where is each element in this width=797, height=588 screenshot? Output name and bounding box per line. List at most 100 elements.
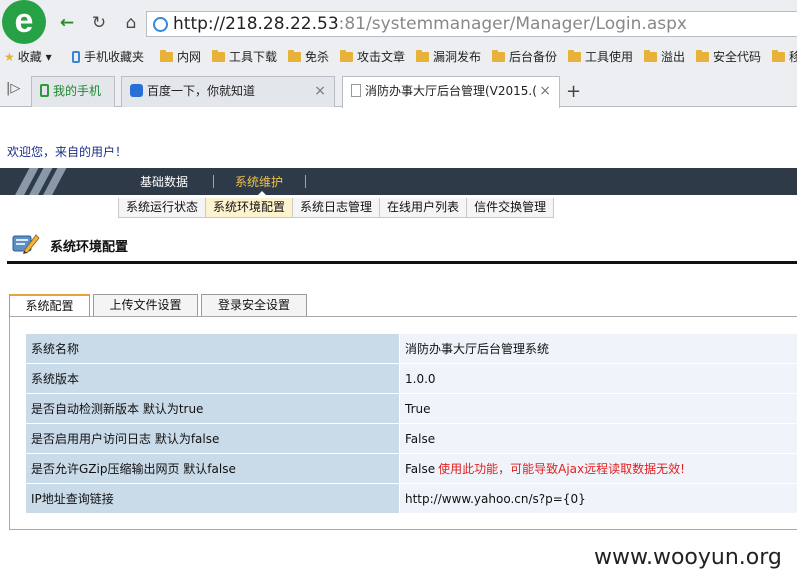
tab-panel: 系统名称 消防办事大厅后台管理系统 系统版本 1.0.0 是否自动检测新版本 默认为tr… bbox=[9, 316, 797, 530]
setting-key: 是否允许GZip压缩输出网页 默认false bbox=[25, 453, 400, 484]
bookmark-vuln-release[interactable]: 漏洞发布 bbox=[416, 48, 481, 66]
tab-system-config[interactable]: 系统配置 bbox=[9, 294, 90, 317]
table-row: 是否自动检测新版本 默认为true True bbox=[25, 393, 797, 424]
nav-system-maintenance[interactable]: 系统维护 bbox=[235, 174, 283, 195]
bookmark-label: 手机收藏夹 bbox=[84, 50, 145, 64]
nav-separator bbox=[305, 175, 306, 188]
bookmark-favorites[interactable]: ★ 收藏 ▾ bbox=[4, 48, 52, 66]
browser-tab-admin[interactable]: 消防办事大厅后台管理(V2015.(× bbox=[342, 76, 560, 108]
url-host: http://218.28.22.53 bbox=[173, 14, 339, 34]
bookmark-label: 工具下载 bbox=[229, 50, 278, 64]
folder-icon bbox=[160, 50, 173, 62]
folder-icon bbox=[492, 50, 505, 62]
bookmark-label: 攻击文章 bbox=[357, 50, 406, 64]
sidebar-toggle-icon[interactable]: |▷ bbox=[6, 81, 20, 96]
bookmark-label: 后台备份 bbox=[509, 50, 558, 64]
setting-value: True bbox=[405, 401, 431, 416]
bookmark-security-code[interactable]: 安全代码 bbox=[696, 48, 761, 66]
home-icon[interactable]: ⌂ bbox=[120, 12, 142, 34]
sub-navigation: 系统运行状态 系统环境配置 系统日志管理 在线用户列表 信件交换管理 bbox=[118, 198, 555, 218]
bookmark-attack-articles[interactable]: 攻击文章 bbox=[340, 48, 405, 66]
setting-key: 是否启用用户访问日志 默认为false bbox=[25, 423, 400, 454]
setting-value: 消防办事大厅后台管理系统 bbox=[405, 342, 550, 356]
title-divider bbox=[7, 261, 797, 264]
browser-logo-icon: e bbox=[2, 0, 46, 44]
setting-key: 系统版本 bbox=[25, 363, 400, 394]
setting-value: False bbox=[405, 431, 436, 446]
nav-separator bbox=[213, 175, 214, 188]
nav-basic-data[interactable]: 基础数据 bbox=[140, 174, 188, 190]
folder-icon bbox=[212, 50, 225, 62]
tab-login-security[interactable]: 登录安全设置 bbox=[201, 294, 307, 316]
tab-upload-settings[interactable]: 上传文件设置 bbox=[93, 294, 198, 316]
bookmark-av-evasion[interactable]: 免杀 bbox=[288, 48, 329, 66]
subnav-online-users[interactable]: 在线用户列表 bbox=[379, 198, 468, 218]
navigation-bar: ← ↻ ⌂ http://218.28.22.53:81/systemmanag… bbox=[50, 9, 797, 39]
bookmark-mobile[interactable]: 移 bbox=[772, 48, 797, 66]
browser-tab-bar: |▷ 我的手机 百度一下，你就知道 × 消防办事大厅后台管理(V2015.(× + bbox=[0, 73, 797, 108]
bookmark-label: 内网 bbox=[177, 50, 202, 64]
page-icon bbox=[351, 84, 361, 97]
close-icon[interactable]: × bbox=[539, 77, 551, 105]
table-row: 系统名称 消防办事大厅后台管理系统 bbox=[25, 333, 797, 364]
phone-icon bbox=[72, 51, 80, 63]
bookmark-label: 移 bbox=[789, 50, 797, 64]
setting-value-cell: http://www.yahoo.cn/s?p={0} bbox=[399, 483, 797, 514]
subnav-environment-config[interactable]: 系统环境配置 bbox=[205, 198, 294, 218]
bookmark-label: 免杀 bbox=[305, 50, 330, 64]
bookmarks-bar: ★ 收藏 ▾ 手机收藏夹 内网 工具下载 免杀 攻击文章 漏洞发布 后台备份 工具… bbox=[0, 45, 797, 69]
address-bar[interactable]: http://218.28.22.53:81/systemmanager/Man… bbox=[146, 11, 797, 37]
watermark: www.wooyun.org bbox=[594, 545, 782, 570]
bookmark-backend-backup[interactable]: 后台备份 bbox=[492, 48, 557, 66]
folder-icon bbox=[772, 50, 785, 62]
phone-icon bbox=[40, 84, 49, 97]
tab-label: 我的手机 bbox=[53, 84, 102, 98]
setting-value-cell: 1.0.0 bbox=[399, 363, 797, 394]
bookmark-tool-usage[interactable]: 工具使用 bbox=[568, 48, 633, 66]
reload-icon[interactable]: ↻ bbox=[88, 12, 110, 34]
folder-icon bbox=[644, 50, 657, 62]
setting-key: 系统名称 bbox=[25, 333, 400, 364]
setting-value: 1.0.0 bbox=[405, 371, 436, 386]
bookmark-intranet[interactable]: 内网 bbox=[160, 48, 201, 66]
bookmark-label: 漏洞发布 bbox=[433, 50, 482, 64]
setting-value-cell: True bbox=[399, 393, 797, 424]
star-icon: ★ bbox=[4, 50, 15, 64]
globe-icon bbox=[153, 17, 168, 32]
close-icon[interactable]: × bbox=[314, 77, 326, 105]
welcome-message: 欢迎您，来自的用户！ bbox=[7, 145, 128, 159]
folder-icon bbox=[696, 50, 709, 62]
setting-warning-note: 使用此功能，可能导致Ajax远程读取数据无效! bbox=[438, 462, 685, 476]
new-tab-plus-icon[interactable]: + bbox=[566, 81, 581, 102]
subnav-system-status[interactable]: 系统运行状态 bbox=[118, 198, 207, 218]
page-title: 系统环境配置 bbox=[50, 240, 129, 255]
subnav-log-management[interactable]: 系统日志管理 bbox=[292, 198, 381, 218]
bookmark-mobile-favorites[interactable]: 手机收藏夹 bbox=[72, 48, 144, 66]
tab-label: 消防办事大厅后台管理(V2015.( bbox=[365, 84, 537, 98]
back-arrow-icon[interactable]: ← bbox=[56, 12, 78, 34]
table-row: IP地址查询链接 http://www.yahoo.cn/s?p={0} bbox=[25, 483, 797, 514]
subnav-mail-exchange[interactable]: 信件交换管理 bbox=[466, 198, 555, 218]
top-navigation: 基础数据 系统维护 bbox=[0, 168, 797, 195]
url-text: http://218.28.22.53:81/systemmanager/Man… bbox=[173, 13, 687, 35]
setting-value-cell: False 使用此功能，可能导致Ajax远程读取数据无效! bbox=[399, 453, 797, 484]
folder-icon bbox=[288, 50, 301, 62]
baidu-paw-icon bbox=[130, 84, 143, 97]
tab-label: 百度一下，你就知道 bbox=[147, 84, 256, 98]
setting-value-cell: 消防办事大厅后台管理系统 bbox=[399, 333, 797, 364]
browser-chrome: e ← ↻ ⌂ http://218.28.22.53:81/systemman… bbox=[0, 0, 797, 108]
browser-tab-my-phone[interactable]: 我的手机 bbox=[31, 76, 115, 107]
settings-pencil-icon bbox=[12, 234, 40, 254]
settings-table-body: 系统名称 消防办事大厅后台管理系统 系统版本 1.0.0 是否自动检测新版本 默认为tr… bbox=[25, 333, 797, 514]
folder-icon bbox=[340, 50, 353, 62]
browser-tab-baidu[interactable]: 百度一下，你就知道 × bbox=[121, 76, 335, 107]
setting-key: 是否自动检测新版本 默认为true bbox=[25, 393, 400, 424]
bookmark-label: 溢出 bbox=[661, 50, 686, 64]
bookmark-overflow[interactable]: 溢出 bbox=[644, 48, 685, 66]
bookmark-label: 收藏 bbox=[17, 50, 42, 64]
bookmark-tool-download[interactable]: 工具下载 bbox=[212, 48, 277, 66]
bookmark-label: 工具使用 bbox=[585, 50, 634, 64]
settings-table: 系统名称 消防办事大厅后台管理系统 系统版本 1.0.0 是否自动检测新版本 默认为tr… bbox=[25, 333, 797, 514]
url-path: :81/systemmanager/Manager/Login.aspx bbox=[338, 14, 687, 34]
setting-key: IP地址查询链接 bbox=[25, 483, 400, 514]
